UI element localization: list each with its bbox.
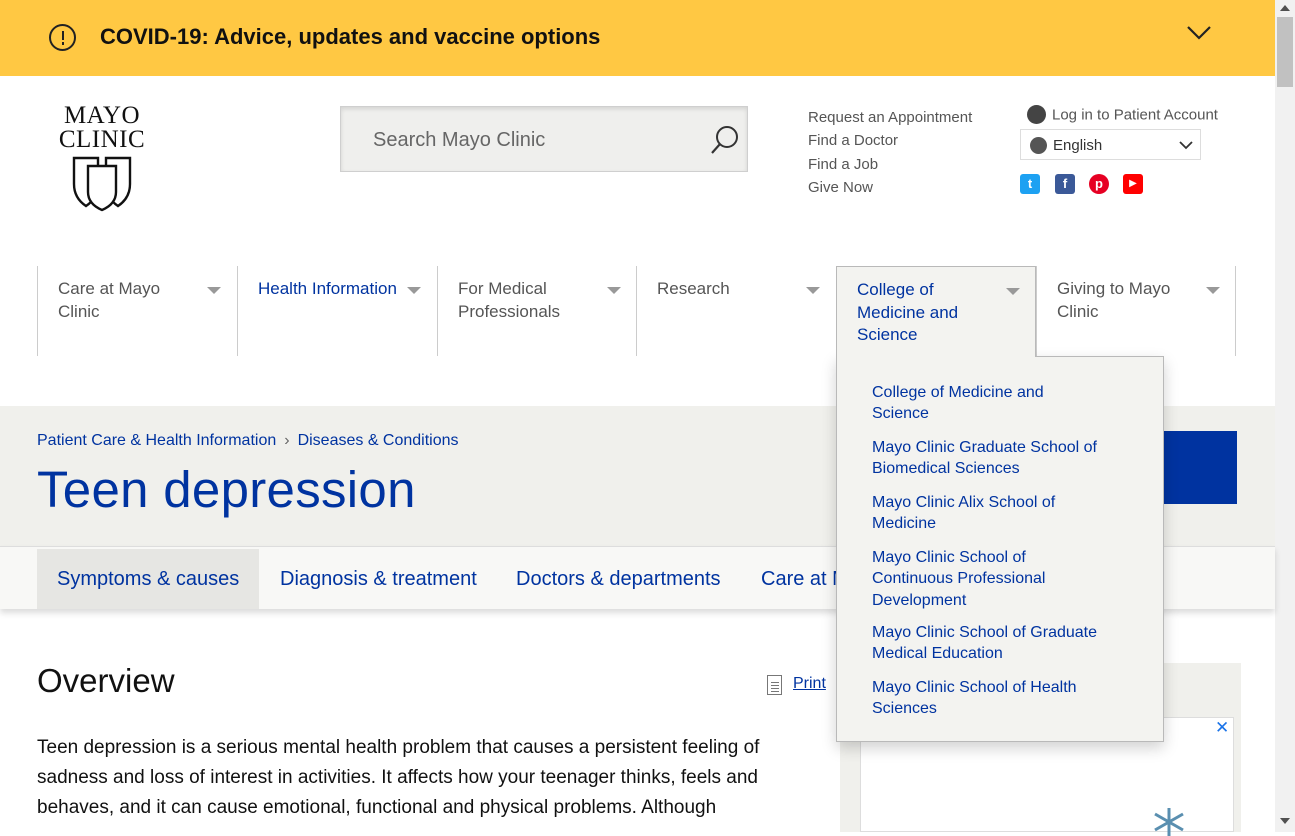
login-link[interactable]: Log in to Patient Account: [1027, 105, 1218, 125]
mayo-clinic-logo[interactable]: MAYO CLINIC: [52, 103, 152, 212]
dropdown-item-alix-school-of-medicine[interactable]: Mayo Clinic Alix School of Medicine: [872, 492, 1102, 535]
dropdown-item-college-of-medicine-and-science[interactable]: College of Medicine and Science: [872, 382, 1102, 425]
dropdown-item-graduate-medical-education[interactable]: Mayo Clinic School of Graduate Medical E…: [872, 622, 1102, 665]
page-title: Teen depression: [37, 461, 416, 518]
user-icon: [1027, 105, 1046, 124]
youtube-icon[interactable]: ▶: [1123, 174, 1143, 194]
close-icon[interactable]: ✕: [1215, 718, 1229, 738]
dropdown-item-continuous-professional-development[interactable]: Mayo Clinic School of Continuous Profess…: [872, 547, 1102, 611]
scroll-down-arrow[interactable]: [1280, 818, 1290, 824]
document-icon: [767, 675, 782, 695]
nav-college-of-medicine-and-science[interactable]: College of Medicine and Science: [836, 266, 1036, 357]
search-icon[interactable]: [709, 124, 741, 156]
facebook-icon[interactable]: f: [1055, 174, 1075, 194]
dropdown-triangle-icon: [407, 287, 421, 294]
chevron-down-icon: [1179, 141, 1193, 150]
give-now-link[interactable]: Give Now: [808, 176, 972, 199]
find-doctor-link[interactable]: Find a Doctor: [808, 129, 972, 152]
breadcrumb: Patient Care & Health Information › Diseas…: [37, 432, 459, 450]
covid-banner-text: COVID-19: Advice, updates and vaccine op…: [100, 24, 601, 49]
utility-links: Request an Appointment Find a Doctor Fin…: [808, 106, 972, 199]
nav-health-information[interactable]: Health Information: [237, 266, 437, 356]
twitter-icon[interactable]: t: [1020, 174, 1040, 194]
dropdown-triangle-icon: [1206, 287, 1220, 294]
college-dropdown-menu: College of Medicine and Science Mayo Cli…: [836, 356, 1164, 742]
nav-for-medical-professionals[interactable]: For Medical Professionals: [437, 266, 637, 356]
scrollbar[interactable]: [1275, 0, 1295, 832]
dropdown-triangle-icon: [207, 287, 221, 294]
nav-giving-to-mayo-clinic[interactable]: Giving to Mayo Clinic: [1036, 266, 1236, 356]
nav-research[interactable]: Research: [636, 266, 836, 356]
dropdown-item-graduate-school-biomedical-sciences[interactable]: Mayo Clinic Graduate School of Biomedica…: [872, 437, 1102, 480]
overview-heading: Overview: [37, 662, 175, 699]
language-select[interactable]: English: [1020, 129, 1201, 160]
chevron-right-icon: ›: [284, 432, 290, 449]
language-label: English: [1053, 137, 1103, 154]
nav-care-at-mayo-clinic[interactable]: Care at Mayo Clinic: [37, 266, 237, 356]
search-box[interactable]: [340, 106, 748, 172]
alert-icon: [49, 24, 76, 51]
breadcrumb-link[interactable]: Patient Care & Health Information: [37, 432, 276, 449]
tab-doctors-departments[interactable]: Doctors & departments: [516, 549, 721, 609]
main-nav: Care at Mayo Clinic Health Information F…: [37, 266, 1237, 357]
pinterest-icon[interactable]: p: [1089, 174, 1109, 194]
dropdown-triangle-icon: [806, 287, 820, 294]
search-input[interactable]: [371, 125, 695, 155]
dropdown-triangle-icon: [1006, 288, 1020, 295]
tab-diagnosis-treatment[interactable]: Diagnosis & treatment: [280, 549, 477, 609]
tab-symptoms-causes[interactable]: Symptoms & causes: [37, 549, 260, 609]
chevron-down-icon[interactable]: [1186, 25, 1212, 41]
globe-icon: [1030, 137, 1047, 154]
overview-text: Teen depression is a serious mental heal…: [37, 737, 760, 818]
find-job-link[interactable]: Find a Job: [808, 153, 972, 176]
scroll-up-arrow[interactable]: [1280, 5, 1290, 11]
request-appointment-link[interactable]: Request an Appointment: [808, 106, 972, 129]
scroll-thumb[interactable]: [1277, 17, 1293, 87]
breadcrumb-link[interactable]: Diseases & Conditions: [298, 432, 459, 449]
dropdown-triangle-icon: [607, 287, 621, 294]
dropdown-item-school-of-health-sciences[interactable]: Mayo Clinic School of Health Sciences: [872, 677, 1102, 720]
covid-banner[interactable]: COVID-19: Advice, updates and vaccine op…: [0, 0, 1275, 76]
shield-logo-icon: [72, 156, 132, 212]
